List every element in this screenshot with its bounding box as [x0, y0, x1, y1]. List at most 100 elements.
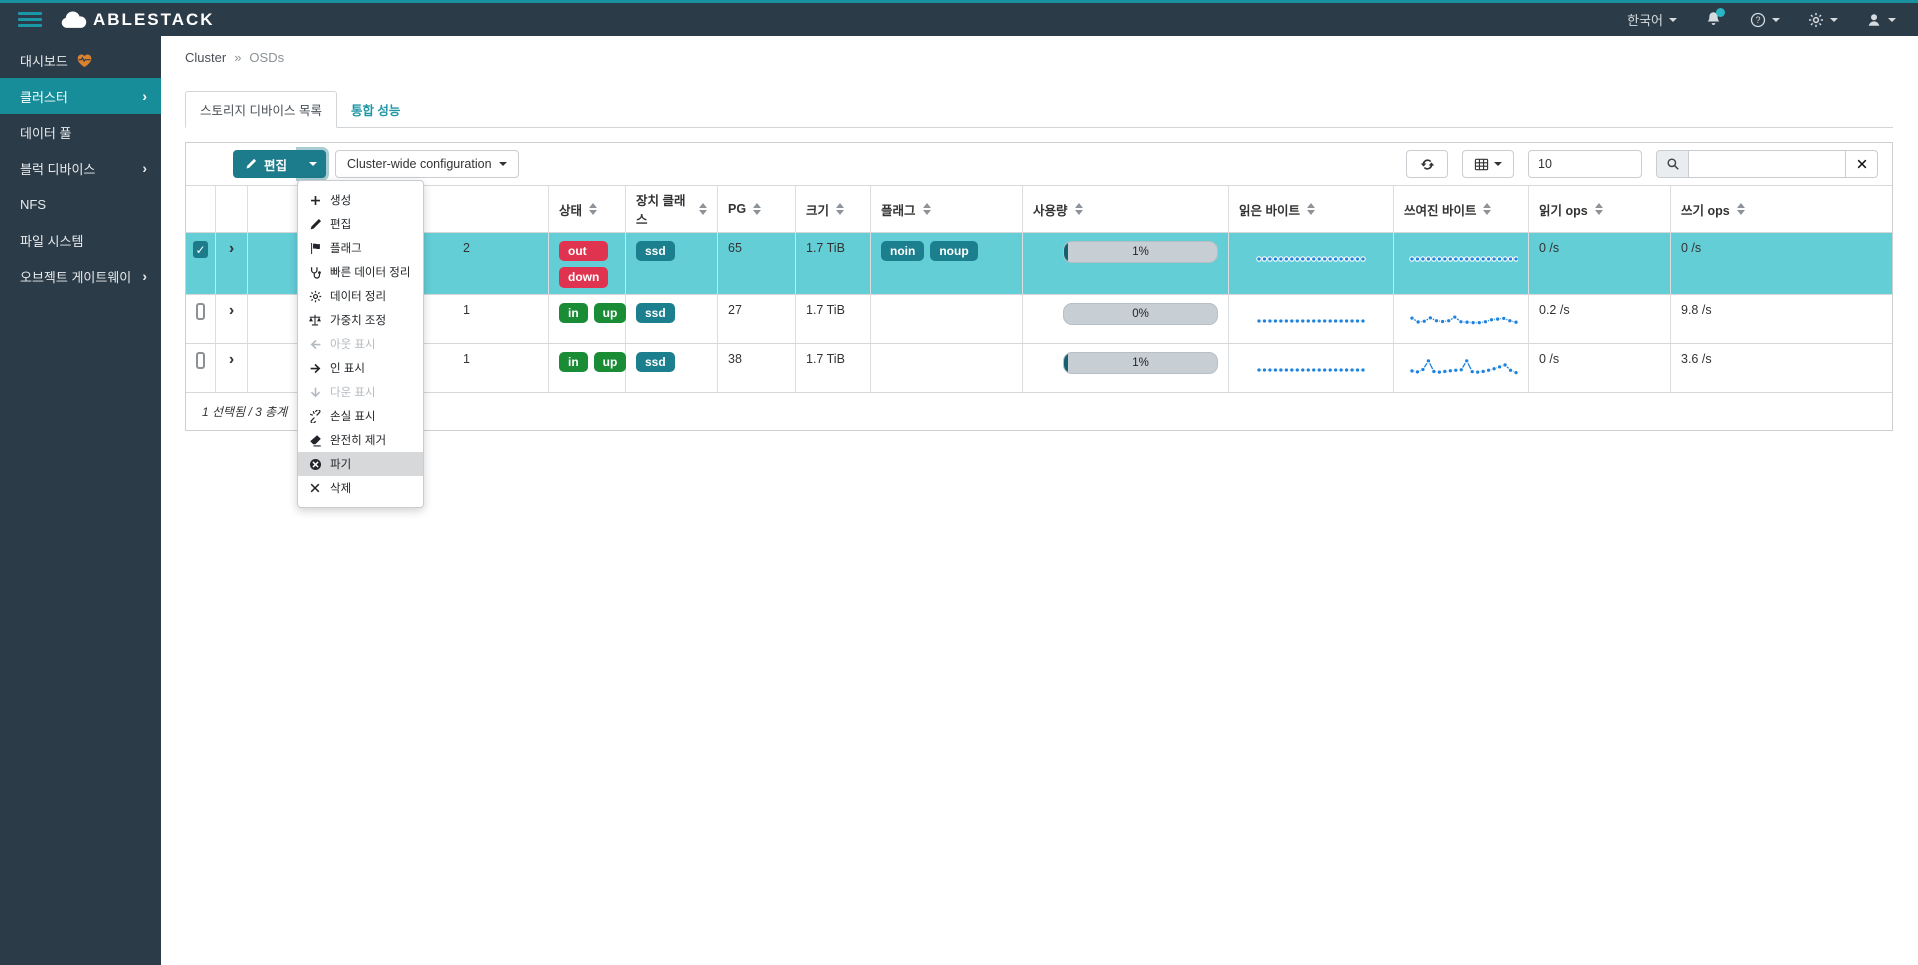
- search-group: [1656, 150, 1878, 178]
- page-size-input[interactable]: [1528, 150, 1642, 178]
- menu-item[interactable]: 데이터 정리: [298, 284, 423, 308]
- table-header-row: 호스트상태장치 클래스PG크기플래그사용량읽은 바이트쓰여진 바이트읽기 ops…: [186, 185, 1892, 232]
- chevron-down-icon: [309, 162, 317, 166]
- row-select-cell: [186, 295, 216, 343]
- times-circle-icon: [308, 458, 322, 471]
- menu-item[interactable]: 빠른 데이터 정리: [298, 260, 423, 284]
- row-expand-cell: ›: [216, 344, 248, 392]
- row-checkbox[interactable]: [196, 352, 205, 369]
- column-header-empty: [186, 186, 216, 232]
- settings-dropdown[interactable]: [1808, 12, 1838, 28]
- menu-item[interactable]: 생성: [298, 188, 423, 212]
- user-dropdown[interactable]: [1866, 12, 1896, 28]
- menu-item[interactable]: 손실 표시: [298, 404, 423, 428]
- question-icon: ?: [1750, 12, 1766, 28]
- sparkline-chart: [1404, 352, 1518, 386]
- sidebar-item[interactable]: 파일 시스템: [0, 222, 161, 258]
- column-header-label: 상태: [559, 200, 582, 219]
- sidebar-item[interactable]: 클러스터›: [0, 78, 161, 114]
- sidebar-item[interactable]: 오브젝트 게이트웨이›: [0, 258, 161, 294]
- brand-name: ABLESTACK: [93, 10, 215, 30]
- row-checkbox[interactable]: [196, 303, 205, 320]
- pencil-icon: [245, 158, 257, 170]
- menu-item[interactable]: 플래그: [298, 236, 423, 260]
- edit-dropdown-toggle[interactable]: [299, 150, 326, 178]
- pg-cell: 65: [718, 233, 796, 294]
- arrow-right-icon: [308, 362, 322, 375]
- tab-overall-performance[interactable]: 통합 성능: [337, 92, 414, 127]
- notification-dot: [1716, 8, 1725, 17]
- hamburger-menu-icon[interactable]: [18, 9, 42, 30]
- column-header[interactable]: 크기: [796, 186, 871, 232]
- column-header[interactable]: 쓰기 ops: [1671, 186, 1892, 232]
- menu-item-label: 가중치 조정: [330, 312, 386, 328]
- table-row[interactable]: ›1inupssd271.7 TiB0%0.2 /s9.8 /s: [186, 294, 1892, 343]
- sparkline-chart: [1251, 352, 1371, 386]
- column-header[interactable]: 읽은 바이트: [1229, 186, 1394, 232]
- menu-item-label: 파기: [330, 456, 351, 472]
- device-class-cell: ssd: [626, 233, 718, 294]
- status-badge: in: [559, 303, 588, 323]
- refresh-button[interactable]: [1406, 150, 1448, 178]
- usage-bar: 1%: [1063, 352, 1218, 374]
- language-dropdown[interactable]: 한국어: [1627, 10, 1677, 29]
- sort-icon: [589, 203, 597, 215]
- column-header[interactable]: 쓰여진 바이트: [1394, 186, 1529, 232]
- sparkline-chart: [1404, 241, 1518, 275]
- sidebar-item-label: 파일 시스템: [20, 231, 83, 250]
- sort-icon: [1737, 203, 1745, 215]
- write-ops-cell: 3.6 /s: [1671, 344, 1892, 392]
- sort-icon: [836, 203, 844, 215]
- stethoscope-icon: [308, 266, 322, 279]
- column-header[interactable]: PG: [718, 186, 796, 232]
- flags-cell: [871, 295, 1023, 343]
- breadcrumb: Cluster » OSDs: [185, 50, 1893, 65]
- column-header[interactable]: 사용량: [1023, 186, 1229, 232]
- edit-button[interactable]: 편집: [233, 150, 299, 178]
- breadcrumb-cluster[interactable]: Cluster: [185, 50, 226, 65]
- clear-search-button[interactable]: [1846, 150, 1878, 178]
- column-header-label: 플래그: [881, 200, 916, 219]
- row-select-cell: ✓: [186, 233, 216, 294]
- tab-storage-device-list[interactable]: 스토리지 디바이스 목록: [185, 91, 337, 128]
- menu-item[interactable]: 인 표시: [298, 356, 423, 380]
- menu-item[interactable]: 삭제: [298, 476, 423, 500]
- svg-text:?: ?: [1755, 15, 1760, 25]
- flag-icon: [308, 242, 322, 255]
- sidebar-item-label: 대시보드: [20, 51, 68, 70]
- sidebar-item[interactable]: NFS: [0, 186, 161, 222]
- chevron-right-icon: ›: [142, 268, 147, 284]
- gear-icon: [1808, 12, 1824, 28]
- cloud-logo-icon: [60, 11, 87, 29]
- chevron-down-icon: [1772, 18, 1780, 22]
- column-header[interactable]: 장치 클래스: [626, 186, 718, 232]
- brand-logo[interactable]: ABLESTACK: [60, 10, 215, 30]
- expand-row-button[interactable]: ›: [229, 303, 234, 319]
- cluster-wide-config-button[interactable]: Cluster-wide configuration: [335, 150, 519, 178]
- table-row[interactable]: ✓›2outdownssd651.7 TiBnoinnoup1%0 /s0 /s: [186, 232, 1892, 294]
- table-row[interactable]: ›1inupssd381.7 TiB1%0 /s3.6 /s: [186, 343, 1892, 392]
- column-header[interactable]: 읽기 ops: [1529, 186, 1671, 232]
- sidebar-item[interactable]: 블럭 디바이스›: [0, 150, 161, 186]
- expand-row-button[interactable]: ›: [229, 241, 234, 257]
- menu-item-label: 완전히 제거: [330, 432, 386, 448]
- menu-item[interactable]: 완전히 제거: [298, 428, 423, 452]
- menu-item[interactable]: 파기: [298, 452, 423, 476]
- help-dropdown[interactable]: ?: [1750, 12, 1780, 28]
- menu-item-label: 인 표시: [330, 360, 365, 376]
- device-class-cell: ssd: [626, 344, 718, 392]
- unlink-icon: [308, 410, 322, 423]
- column-toggle-button[interactable]: [1462, 150, 1514, 178]
- column-header[interactable]: 상태: [549, 186, 626, 232]
- tab-bar: 스토리지 디바이스 목록 통합 성능: [185, 91, 1893, 128]
- sidebar-item[interactable]: 대시보드: [0, 42, 161, 78]
- expand-row-button[interactable]: ›: [229, 352, 234, 368]
- column-header[interactable]: 플래그: [871, 186, 1023, 232]
- sparkline-chart: [1251, 303, 1371, 337]
- menu-item[interactable]: 편집: [298, 212, 423, 236]
- menu-item[interactable]: 가중치 조정: [298, 308, 423, 332]
- notifications-button[interactable]: [1705, 11, 1722, 28]
- search-input[interactable]: [1688, 150, 1846, 178]
- row-checkbox[interactable]: ✓: [193, 241, 207, 258]
- sidebar-item[interactable]: 데이터 풀: [0, 114, 161, 150]
